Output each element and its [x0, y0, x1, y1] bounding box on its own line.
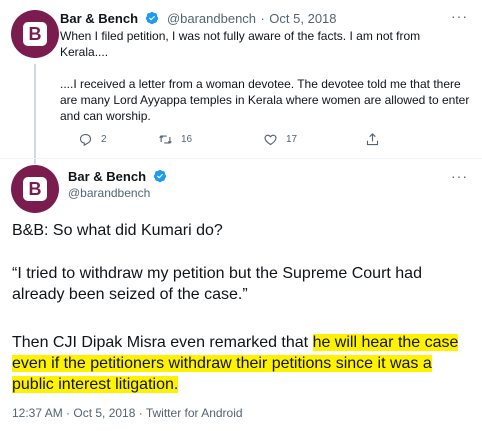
like-count: 17 — [286, 134, 298, 145]
author-handle[interactable]: @barandbench — [167, 11, 256, 26]
share-icon — [366, 133, 379, 146]
tweet1-header: Bar & Bench @barandbench · Oct 5, 2018 — [60, 10, 337, 28]
tweet-thread: B Bar & Bench @barandbench · Oct 5, 2018… — [0, 0, 482, 431]
avatar[interactable]: B — [11, 10, 59, 58]
tweet2-body: Then CJI Dipak Misra even remarked that … — [12, 332, 474, 395]
tweet1-para2: ....I received a letter from a woman dev… — [60, 77, 470, 123]
retweet-icon — [159, 135, 172, 144]
tweet1-para1: When I filed petition, I was not fully a… — [60, 29, 421, 59]
retweet-count: 16 — [181, 134, 193, 145]
author-handle[interactable]: @barandbench — [68, 186, 150, 200]
share-button[interactable] — [365, 132, 388, 147]
tweet2-name-row: Bar & Bench — [68, 168, 170, 186]
like-icon — [264, 134, 277, 146]
separator: · — [260, 11, 265, 26]
tweet2-line1: B&B: So what did Kumari do? — [12, 222, 223, 239]
reply-count: 2 — [101, 134, 107, 145]
avatar-logo: B — [23, 22, 47, 46]
like-button[interactable]: 17 — [263, 132, 365, 147]
more-icon[interactable]: ··· — [451, 168, 468, 184]
verified-icon — [154, 169, 167, 183]
tweet2-text: Then CJI Dipak Misra even remarked that — [12, 334, 313, 351]
tweet-timestamp[interactable]: 12:37 AM · Oct 5, 2018 · Twitter for And… — [12, 406, 243, 420]
tweet2-quote: “I tried to withdraw my petition but the… — [12, 265, 422, 303]
avatar-logo: B — [23, 177, 47, 201]
reply-icon — [79, 133, 92, 147]
retweet-button[interactable]: 16 — [158, 132, 263, 147]
reply-button[interactable]: 2 — [78, 132, 158, 147]
thread-line — [34, 64, 36, 164]
avatar[interactable]: B — [11, 165, 59, 213]
tweet-date[interactable]: Oct 5, 2018 — [269, 11, 336, 26]
author-name[interactable]: Bar & Bench — [68, 169, 146, 184]
author-name[interactable]: Bar & Bench — [60, 11, 138, 26]
tweet1-actions: 2 16 17 — [78, 132, 408, 147]
more-icon[interactable]: ··· — [451, 8, 468, 24]
verified-icon — [146, 11, 159, 25]
divider — [0, 158, 482, 159]
